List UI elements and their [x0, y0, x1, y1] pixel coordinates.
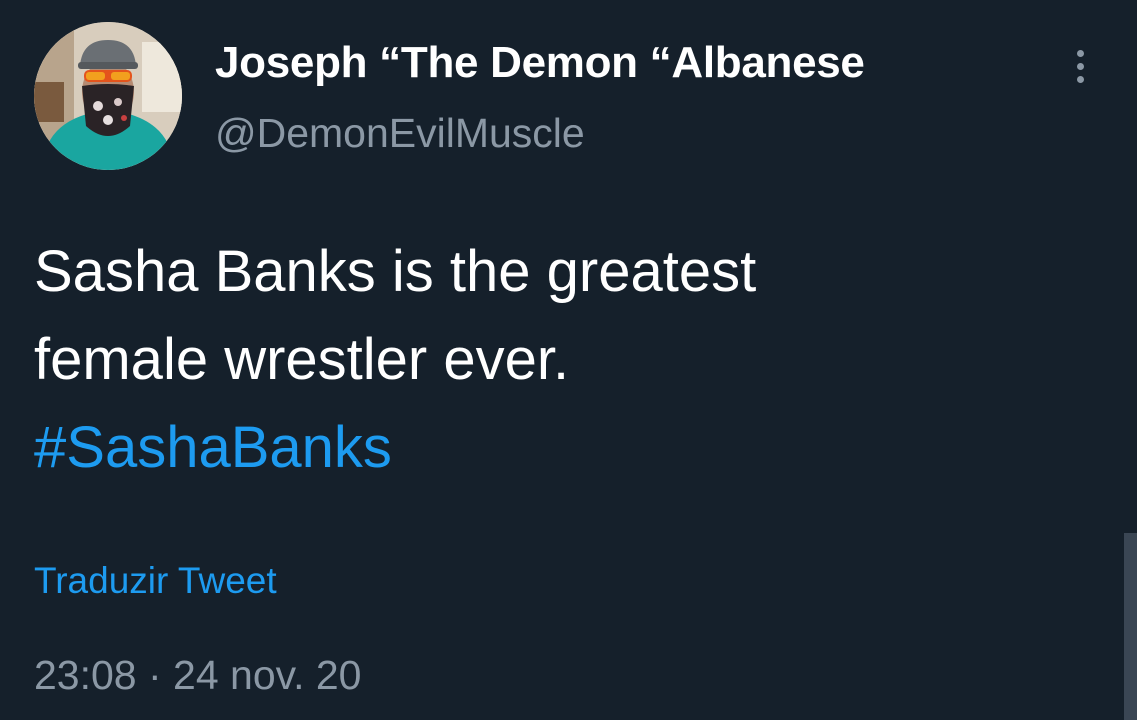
tweet-text-line: Sasha Banks is the greatest: [34, 239, 757, 304]
author-handle[interactable]: @DemonEvilMuscle: [215, 110, 585, 157]
author-name[interactable]: Joseph “The Demon “Albanese: [215, 38, 865, 88]
more-vertical-icon: [1077, 76, 1084, 83]
avatar[interactable]: [34, 22, 182, 170]
more-vertical-icon: [1077, 50, 1084, 57]
more-vertical-icon: [1077, 63, 1084, 70]
avatar-image: [34, 22, 182, 170]
translate-tweet-link[interactable]: Traduzir Tweet: [34, 560, 277, 602]
tweet-text: Sasha Banks is the greatest female wrest…: [34, 228, 1074, 492]
more-options-button[interactable]: [1064, 46, 1096, 88]
tweet-text-line: female wrestler ever.: [34, 327, 570, 392]
tweet-timestamp[interactable]: 23:08 · 24 nov. 20: [34, 652, 361, 699]
hashtag-link[interactable]: #SashaBanks: [34, 404, 1074, 492]
tweet-card: Joseph “The Demon “Albanese @DemonEvilMu…: [0, 0, 1137, 720]
scrollbar[interactable]: [1124, 533, 1137, 720]
